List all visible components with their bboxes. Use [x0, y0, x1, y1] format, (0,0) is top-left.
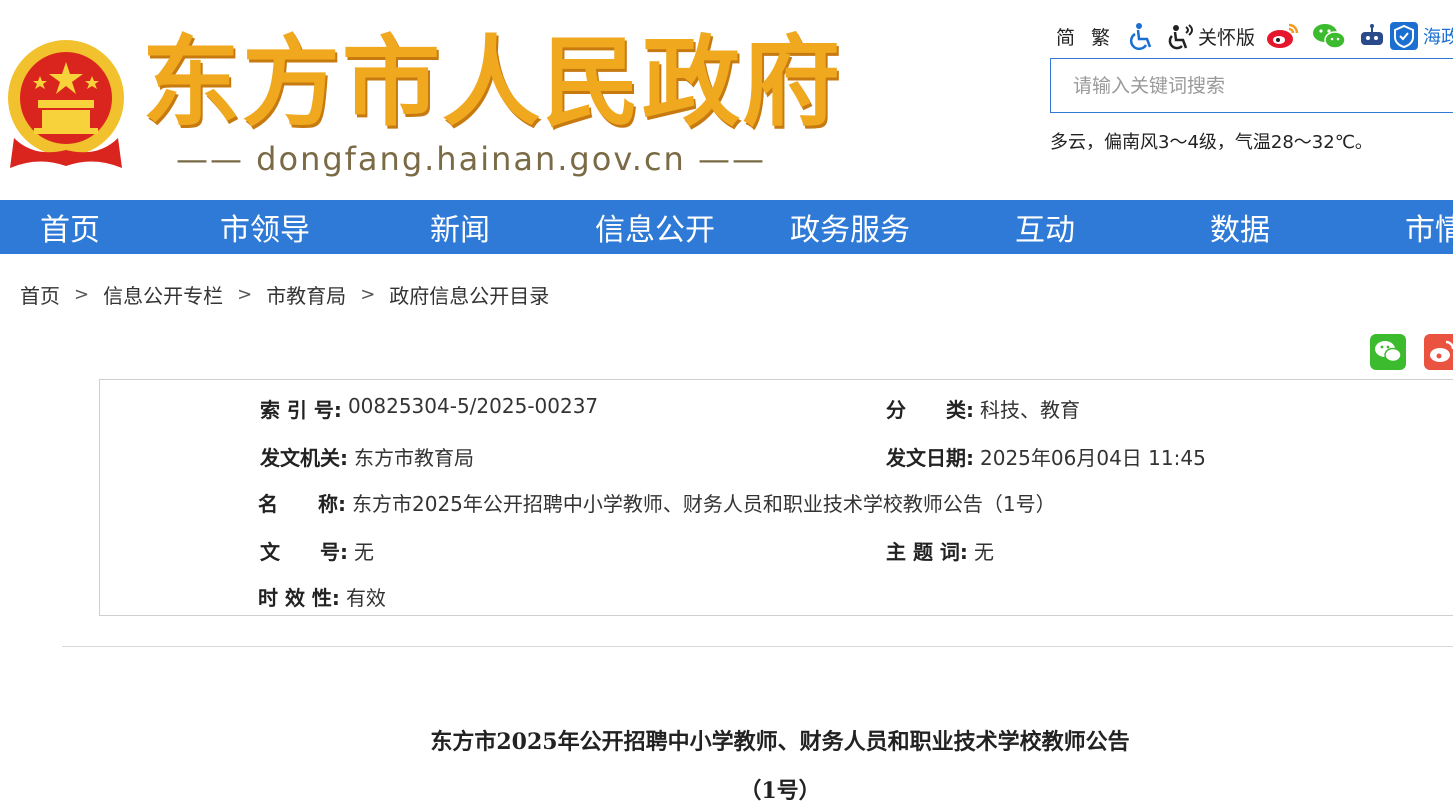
nav-item-leaders[interactable]: 市领导 — [220, 200, 310, 254]
weibo-icon — [1430, 340, 1453, 362]
site-title[interactable]: 东方市人民政府 — [142, 28, 842, 138]
breadcrumb-education-bureau[interactable]: 市教育局 — [266, 280, 346, 309]
meta-label: 分 类: — [886, 398, 974, 422]
national-emblem-icon — [8, 40, 124, 168]
breadcrumb-separator: > — [74, 284, 90, 305]
wechat-icon — [1375, 341, 1402, 363]
simplified-chinese-link[interactable]: 简 — [1056, 23, 1075, 50]
meta-value: 2025年06月04日 11:45 — [980, 446, 1206, 470]
meta-subject: 主 题 词: 无 — [886, 536, 994, 565]
article-title: 东方市2025年公开招聘中小学教师、财务人员和职业技术学校教师公告 — [430, 729, 1130, 755]
hainan-app-link[interactable]: 海政通 — [1423, 23, 1453, 49]
search-box — [1050, 58, 1453, 113]
traditional-chinese-link[interactable]: 繁 — [1091, 23, 1110, 50]
meta-value: 无 — [973, 540, 994, 564]
meta-date: 发文日期: 2025年06月04日 11:45 — [886, 442, 1206, 471]
breadcrumb-home[interactable]: 首页 — [20, 280, 60, 309]
breadcrumb-info-column[interactable]: 信息公开专栏 — [103, 280, 223, 309]
search-input[interactable] — [1051, 59, 1453, 112]
care-mode-link[interactable]: 关怀版 — [1198, 23, 1255, 50]
document-meta-box: 索 引 号: 00825304-5/2025-00237 分 类: 科技、教育 … — [99, 379, 1453, 616]
breadcrumb-info-catalog[interactable]: 政府信息公开目录 — [389, 280, 549, 309]
hainan-app-icon[interactable] — [1389, 21, 1419, 51]
content-divider — [62, 646, 1453, 647]
main-nav: 首页 市领导 新闻 信息公开 政务服务 互动 数据 市情 — [0, 200, 1453, 254]
wechat-icon[interactable] — [1311, 21, 1347, 51]
robot-assistant-icon[interactable] — [1357, 21, 1387, 51]
meta-name: 名 称: 东方市2025年公开招聘中小学教师、财务人员和职业技术学校教师公告（1… — [258, 488, 1056, 517]
care-mode-icon[interactable] — [1166, 21, 1196, 51]
article-subtitle: （1号） — [739, 778, 821, 804]
share-wechat-button[interactable] — [1370, 334, 1406, 370]
site-domain: —— dongfang.hainan.gov.cn —— — [176, 140, 766, 178]
meta-label: 名 称: — [258, 492, 346, 516]
meta-label: 时 效 性: — [258, 586, 340, 610]
meta-value: 无 — [354, 540, 374, 564]
meta-issuer: 发文机关: 东方市教育局 — [260, 442, 474, 471]
breadcrumb: 首页 > 信息公开专栏 > 市教育局 > 政府信息公开目录 — [20, 280, 549, 309]
header-tools: 简 繁 关怀版 海政 — [1056, 20, 1453, 52]
nav-item-city-info[interactable]: 市情 — [1405, 200, 1453, 254]
meta-label: 发文机关: — [260, 446, 348, 470]
meta-index: 索 引 号: 00825304-5/2025-00237 — [260, 394, 598, 423]
meta-value: 东方市2025年公开招聘中小学教师、财务人员和职业技术学校教师公告（1号） — [352, 492, 1056, 516]
nav-item-info-disclosure[interactable]: 信息公开 — [595, 200, 715, 254]
share-weibo-button[interactable] — [1424, 334, 1453, 370]
meta-label: 发文日期: — [886, 446, 974, 470]
meta-value: 00825304-5/2025-00237 — [347, 394, 599, 418]
meta-label: 主 题 词: — [886, 540, 968, 564]
weibo-icon[interactable] — [1265, 21, 1301, 51]
site-header: 东方市人民政府 —— dongfang.hainan.gov.cn —— 简 繁… — [0, 0, 1453, 200]
meta-label: 文 号: — [260, 540, 348, 564]
meta-value: 科技、教育 — [980, 398, 1080, 422]
nav-item-gov-services[interactable]: 政务服务 — [790, 200, 910, 254]
nav-item-news[interactable]: 新闻 — [430, 200, 490, 254]
weather-info: 多云，偏南风3～4级，气温28～32℃。 — [1050, 132, 1373, 153]
meta-label: 索 引 号: — [260, 398, 342, 422]
nav-item-data[interactable]: 数据 — [1210, 200, 1270, 254]
breadcrumb-separator: > — [360, 284, 376, 305]
meta-value: 东方市教育局 — [354, 446, 474, 470]
meta-doc-number: 文 号: 无 — [260, 536, 374, 565]
nav-item-home[interactable]: 首页 — [40, 200, 100, 254]
meta-category: 分 类: 科技、教育 — [886, 394, 1080, 423]
breadcrumb-separator: > — [237, 284, 253, 305]
nav-item-interaction[interactable]: 互动 — [1015, 200, 1075, 254]
meta-value: 有效 — [345, 586, 386, 610]
meta-validity: 时 效 性: 有效 — [258, 582, 386, 611]
accessibility-icon[interactable] — [1126, 21, 1156, 51]
